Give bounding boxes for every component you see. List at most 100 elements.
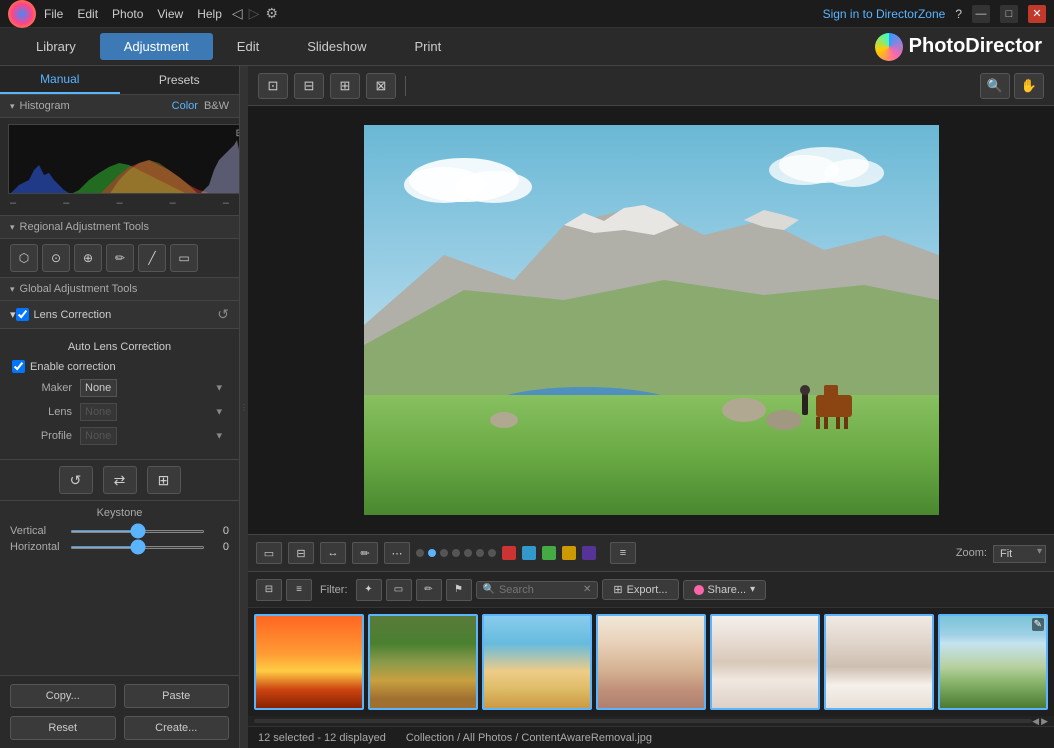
lens-checkbox[interactable] [16,308,29,321]
regional-tools-label: Regional Adjustment Tools [20,221,149,233]
dot-1[interactable] [416,549,424,557]
scroll-left-btn[interactable]: ◀ [1032,716,1039,727]
maximize-btn[interactable]: □ [1000,5,1018,23]
vertical-slider[interactable] [70,530,205,533]
thumb-beach[interactable] [482,614,592,710]
filmstrip-list-btn[interactable]: ≡ [286,579,312,601]
bottom-buttons-2: Reset Create... [0,716,239,748]
tab-library[interactable]: Library [12,33,100,60]
reset-btn[interactable]: Reset [10,716,116,740]
tab-presets[interactable]: Presets [120,66,240,94]
bw-mode-btn[interactable]: B&W [204,100,229,112]
view-fullscreen-btn[interactable]: ⊠ [366,73,396,99]
filter-shape-btn[interactable]: ▭ [386,579,412,601]
search-input[interactable] [499,584,579,596]
tab-edit[interactable]: Edit [213,33,283,60]
filter-type-btn[interactable]: ✦ [356,579,382,601]
menu-view[interactable]: View [157,7,183,21]
global-tools-header[interactable]: ▾ Global Adjustment Tools [0,278,239,301]
view-grid-btn[interactable]: ⊞ [330,73,360,99]
profile-select-wrap: None [80,427,227,445]
menu-file[interactable]: File [44,7,63,21]
heal-btn[interactable]: ✏ [352,542,378,564]
filter-pen-btn[interactable]: ✏ [416,579,442,601]
sort-btn[interactable]: ≡ [610,542,636,564]
color-purple[interactable] [582,546,596,560]
pen-tool[interactable]: ✏ [106,244,134,272]
enable-correction-checkbox[interactable] [12,360,25,373]
settings-btn[interactable]: ⚙ [265,5,278,22]
lens-select[interactable]: None [80,403,117,421]
crop-btn[interactable]: ▭ [256,542,282,564]
color-red[interactable] [502,546,516,560]
view-compare-btn[interactable]: ⊟ [294,73,324,99]
more-btn[interactable]: ⋯ [384,542,410,564]
color-mode-btn[interactable]: Color [172,100,198,112]
search-clear-btn[interactable]: ✕ [583,584,591,595]
dot-3[interactable] [440,549,448,557]
filter-flag-btn[interactable]: ⚑ [446,579,472,601]
thumb-sunset[interactable] [254,614,364,710]
color-yellow[interactable] [562,546,576,560]
straighten-btn[interactable]: ⊟ [288,542,314,564]
paste-btn[interactable]: Paste [124,684,230,708]
thumb-mountain[interactable] [938,614,1048,710]
erase-tool[interactable]: ╱ [138,244,166,272]
thumb-woman1[interactable] [596,614,706,710]
scroll-right-btn[interactable]: ▶ [1041,716,1048,727]
scroll-track[interactable] [254,719,1032,723]
view-single-btn[interactable]: ⊡ [258,73,288,99]
gradient-tool[interactable]: ⬡ [10,244,38,272]
filmstrip-view-btn[interactable]: ⊟ [256,579,282,601]
color-blue[interactable] [522,546,536,560]
pan-tool-btn[interactable]: ✋ [1014,73,1044,99]
thumb-woman2[interactable] [710,614,820,710]
undo-btn[interactable]: ◁ [232,5,243,22]
color-green[interactable] [542,546,556,560]
rotate-right-btn[interactable]: ⇄ [103,466,137,494]
close-btn[interactable]: ✕ [1028,5,1046,23]
menu-edit[interactable]: Edit [77,7,98,21]
zoom-tool-btn[interactable]: 🔍 [980,73,1010,99]
share-btn[interactable]: Share... ▾ [683,580,767,600]
transform-btn[interactable]: ↔ [320,542,346,564]
dot-4[interactable] [452,549,460,557]
tab-slideshow[interactable]: Slideshow [283,33,390,60]
rotate-left-btn[interactable]: ↺ [59,466,93,494]
lens-reset-btn[interactable]: ↺ [217,306,229,323]
copy-btn[interactable]: Copy... [10,684,116,708]
help-btn[interactable]: ? [955,7,962,21]
regional-tools-header[interactable]: ▾ Regional Adjustment Tools [0,216,239,239]
profile-select[interactable]: None [80,427,117,445]
tab-print[interactable]: Print [390,33,465,60]
maker-select-wrap: None [80,379,227,397]
create-btn[interactable]: Create... [124,716,230,740]
signin-link[interactable]: Sign in to DirectorZone [823,7,946,21]
lens-correction-header[interactable]: ▾ Lens Correction ↺ [0,301,239,329]
thumb-cat[interactable] [368,614,478,710]
thumb-woman3[interactable] [824,614,934,710]
horizontal-value: 0 [205,541,229,553]
histogram-section-header[interactable]: ▾ Histogram Color B&W [0,95,239,118]
tab-adjustment[interactable]: Adjustment [100,33,213,60]
dot-2[interactable] [428,549,436,557]
minimize-btn[interactable]: — [972,5,990,23]
rect-tool[interactable]: ▭ [170,244,198,272]
maker-select[interactable]: None [80,379,117,397]
zoom-select[interactable]: Fit Fill 25% 50% 100% 200% [993,545,1046,563]
menu-help[interactable]: Help [197,7,222,21]
export-btn[interactable]: ⊞ Export... [602,579,678,600]
flip-btn[interactable]: ⊞ [147,466,181,494]
dot-6[interactable] [476,549,484,557]
resize-handle[interactable]: ⋮ [240,66,248,748]
radial-tool[interactable]: ⊙ [42,244,70,272]
redo-btn[interactable]: ▷ [249,5,260,22]
main-photo [364,125,939,515]
brush-tool[interactable]: ⊕ [74,244,102,272]
menu-photo[interactable]: Photo [112,7,143,21]
titlebar-right: Sign in to DirectorZone ? — □ ✕ [823,5,1046,23]
tab-manual[interactable]: Manual [0,66,120,94]
dot-7[interactable] [488,549,496,557]
horizontal-slider[interactable] [70,546,205,549]
dot-5[interactable] [464,549,472,557]
